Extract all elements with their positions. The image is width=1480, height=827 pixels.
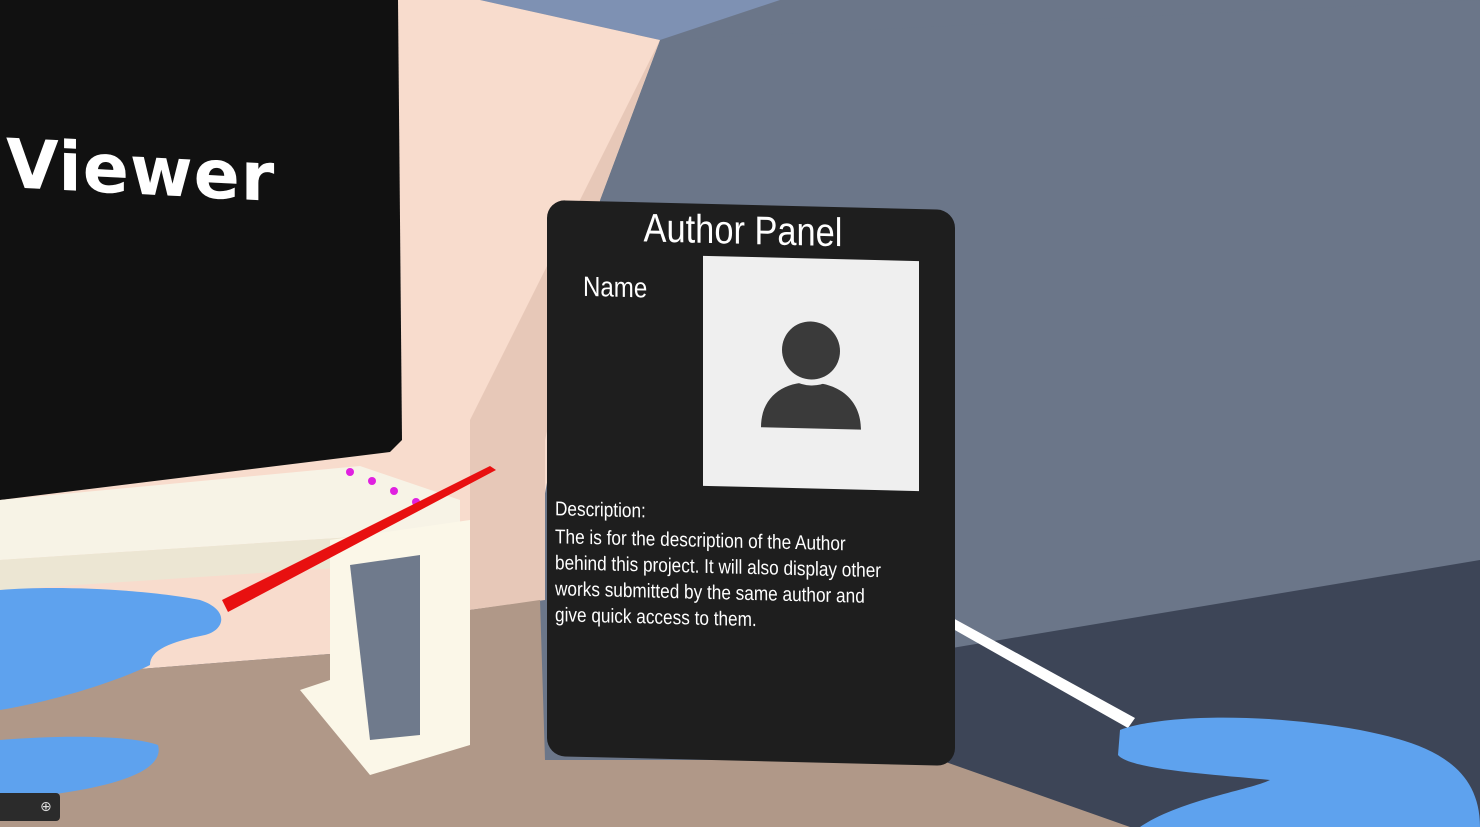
- magenta-dot: [346, 468, 354, 476]
- corner-toolbar[interactable]: ⊕: [0, 793, 60, 821]
- description-text: The is for the description of the Author…: [555, 526, 882, 632]
- description-label: Description:: [555, 498, 646, 523]
- author-name-label: Name: [583, 270, 648, 304]
- author-panel-title: Author Panel: [643, 206, 843, 256]
- user-silhouette-icon: [761, 315, 861, 430]
- magenta-dot: [390, 487, 398, 495]
- viewer-screen: [0, 0, 402, 500]
- add-circle-icon[interactable]: ⊕: [40, 800, 54, 814]
- author-avatar[interactable]: [703, 255, 919, 492]
- magenta-dot: [368, 477, 376, 485]
- author-panel[interactable]: Author Panel Name Description: The is fo…: [547, 200, 955, 766]
